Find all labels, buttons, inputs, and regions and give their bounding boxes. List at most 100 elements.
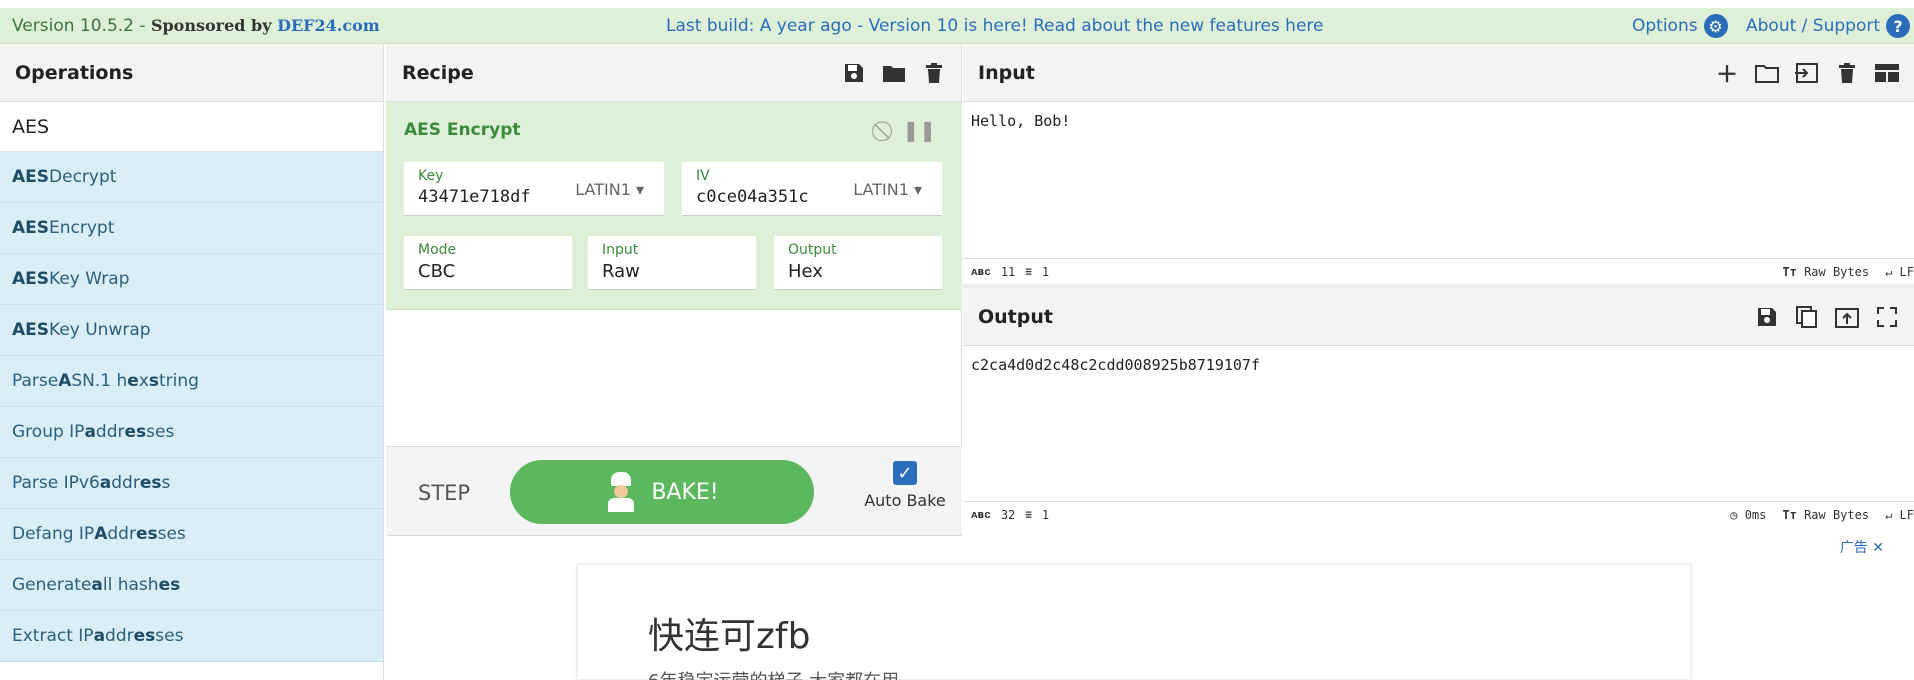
trash-icon[interactable] [921, 60, 947, 86]
operation-label-part: AES [12, 167, 50, 187]
operation-label-part: Parse [12, 371, 59, 391]
iv-field[interactable]: IV c0ce04a351c LATIN1 ▾ [682, 162, 942, 216]
iv-encoding-dropdown[interactable]: LATIN1 ▾ [853, 180, 922, 199]
key-encoding-dropdown[interactable]: LATIN1 ▾ [575, 180, 644, 199]
operation-list-item[interactable]: AES Encrypt [0, 203, 383, 254]
operation-label-part: ddr [111, 473, 140, 493]
operation-label-part: ddr [95, 422, 125, 442]
operation-label-part: ses [146, 422, 175, 442]
operation-label-part: ddr [107, 524, 136, 544]
save-output-icon[interactable] [1754, 304, 1780, 330]
bake-time-label: 0ms [1744, 507, 1767, 522]
output-encoding-label: Raw Bytes [1804, 507, 1870, 522]
input-encoding[interactable]: Tт Raw Bytes [1782, 265, 1869, 279]
operation-label-part: Key Unwrap [49, 320, 151, 340]
operation-label-part: A [58, 371, 72, 391]
mode-value: CBC [418, 261, 456, 282]
operations-search-input[interactable]: AES [0, 102, 383, 152]
operation-list-item[interactable]: Parse A SN.1 hex s tring [0, 356, 383, 407]
aes-encrypt-operation: AES Encrypt ⃠ ❚❚ Key 43471e718df LATIN1 … [386, 102, 962, 310]
output-eol[interactable]: ↵ LF [1885, 508, 1914, 522]
ad-tag-label: 广告 [1839, 540, 1868, 556]
operation-label-part: Decrypt [49, 167, 117, 187]
input-eol[interactable]: ↵ LF [1885, 265, 1914, 279]
recipe-title: Recipe [402, 61, 474, 84]
input-length: 11 [1000, 264, 1016, 279]
pause-icon[interactable]: ❚❚ [902, 118, 936, 142]
operation-label-part: es [158, 575, 181, 595]
operation-label-part: x [138, 371, 149, 391]
operation-label-part: a [84, 422, 96, 442]
ad-card[interactable]: 快连可zfb 6年稳定运营的梯子,大家都在用 [577, 564, 1691, 680]
auto-bake-checkbox[interactable]: ✓ [893, 461, 917, 485]
output-encoding[interactable]: Tт Raw Bytes [1782, 508, 1869, 522]
input-encoding-label: Raw Bytes [1804, 264, 1870, 279]
operation-label-part: A [94, 524, 108, 544]
operation-list-item[interactable]: AES Key Wrap [0, 254, 383, 305]
operation-label-part: s [148, 371, 160, 391]
key-label: Key [418, 168, 444, 184]
folder-icon[interactable] [881, 60, 907, 86]
sponsor-link[interactable]: DEF24.com [277, 16, 380, 35]
version-label: Version 10.5.2 - [12, 16, 151, 36]
operation-label-part: AES [12, 269, 50, 289]
input-status-bar: ᴀʙᴄ 11 ≡ 1 Tт Raw Bytes ↵ LF [963, 258, 1914, 284]
mode-label: Mode [418, 242, 457, 258]
output-title: Output [978, 305, 1053, 328]
layout-icon[interactable] [1874, 60, 1900, 86]
output-textarea[interactable]: c2ca4d0d2c48c2cdd008925b8719107f [963, 346, 1914, 501]
gear-icon: ⚙ [1703, 14, 1728, 38]
operation-label-part: Key Wrap [49, 269, 130, 289]
output-format-label: Output [788, 242, 837, 258]
operation-label-part: a [91, 575, 103, 595]
output-status-bar: ᴀʙᴄ 32 ≡ 1 ◷ 0ms Tт Raw Bytes ↵ LF [963, 501, 1914, 527]
ad-tag: 广告 ✕ [1840, 537, 1884, 557]
output-header: Output [963, 288, 1914, 346]
chef-icon [605, 472, 637, 512]
bake-button[interactable]: BAKE! [510, 460, 814, 524]
lines-icon: ≡ [1025, 265, 1032, 278]
open-folder-icon[interactable] [1754, 60, 1780, 86]
ad-area: 广告 ✕ 快连可zfb 6年稳定运营的梯子,大家都在用 [386, 537, 1914, 680]
operation-list-item[interactable]: Extract IP a ddr es ses [0, 611, 383, 662]
operation-label-part: ll hash [102, 575, 159, 595]
maximise-icon[interactable] [1874, 304, 1900, 330]
add-tab-icon[interactable]: ＋ [1714, 60, 1740, 88]
operation-label-part: tring [159, 371, 199, 391]
operation-list-item[interactable]: AES Decrypt [0, 152, 383, 203]
mode-select[interactable]: Mode CBC [404, 236, 572, 290]
input-format-select[interactable]: Input Raw [588, 236, 756, 290]
build-notice-link[interactable]: Last build: A year ago - Version 10 is h… [666, 16, 1324, 36]
replace-input-icon[interactable] [1834, 304, 1860, 330]
operation-list-item[interactable]: Generate a ll hash es [0, 560, 383, 611]
options-button[interactable]: Options ⚙ [1632, 14, 1728, 38]
copy-icon[interactable] [1794, 304, 1820, 330]
output-length: 32 [1000, 507, 1016, 522]
save-icon[interactable] [841, 60, 867, 86]
open-file-icon[interactable] [1794, 60, 1820, 86]
operation-list-item[interactable]: Group IP a ddr es ses [0, 407, 383, 458]
close-ad-icon[interactable]: ✕ [1872, 540, 1884, 556]
operation-list-item[interactable]: AES Key Unwrap [0, 305, 383, 356]
iv-value[interactable]: c0ce04a351c [696, 187, 809, 207]
operation-label-part: es [139, 473, 162, 493]
key-field[interactable]: Key 43471e718df LATIN1 ▾ [404, 162, 664, 216]
operation-list-item[interactable]: Defang IP Addr es ses [0, 509, 383, 560]
operations-panel: Operations AES AES Decrypt AES Encrypt AES… [0, 44, 384, 680]
operation-label-part: Defang IP [12, 524, 95, 544]
key-value[interactable]: 43471e718df [418, 187, 531, 207]
output-lines: 1 [1041, 507, 1050, 522]
operation-label-part: Parse IPv6 [12, 473, 100, 493]
output-format-select[interactable]: Output Hex [774, 236, 942, 290]
options-label: Options [1632, 16, 1698, 36]
input-textarea[interactable]: Hello, Bob! [963, 102, 1914, 258]
iv-encoding-label: LATIN1 [853, 180, 909, 199]
key-encoding-label: LATIN1 [575, 180, 631, 199]
clear-input-icon[interactable] [1834, 60, 1860, 86]
operation-list-item[interactable]: Parse IPv6 a ddr es s [0, 458, 383, 509]
about-support-button[interactable]: About / Support ? [1746, 14, 1910, 38]
operation-label-part: ses [157, 524, 186, 544]
auto-bake-toggle[interactable]: ✓ Auto Bake [850, 461, 960, 510]
step-button[interactable]: STEP [418, 481, 470, 505]
input-eol-label: LF [1899, 264, 1914, 279]
